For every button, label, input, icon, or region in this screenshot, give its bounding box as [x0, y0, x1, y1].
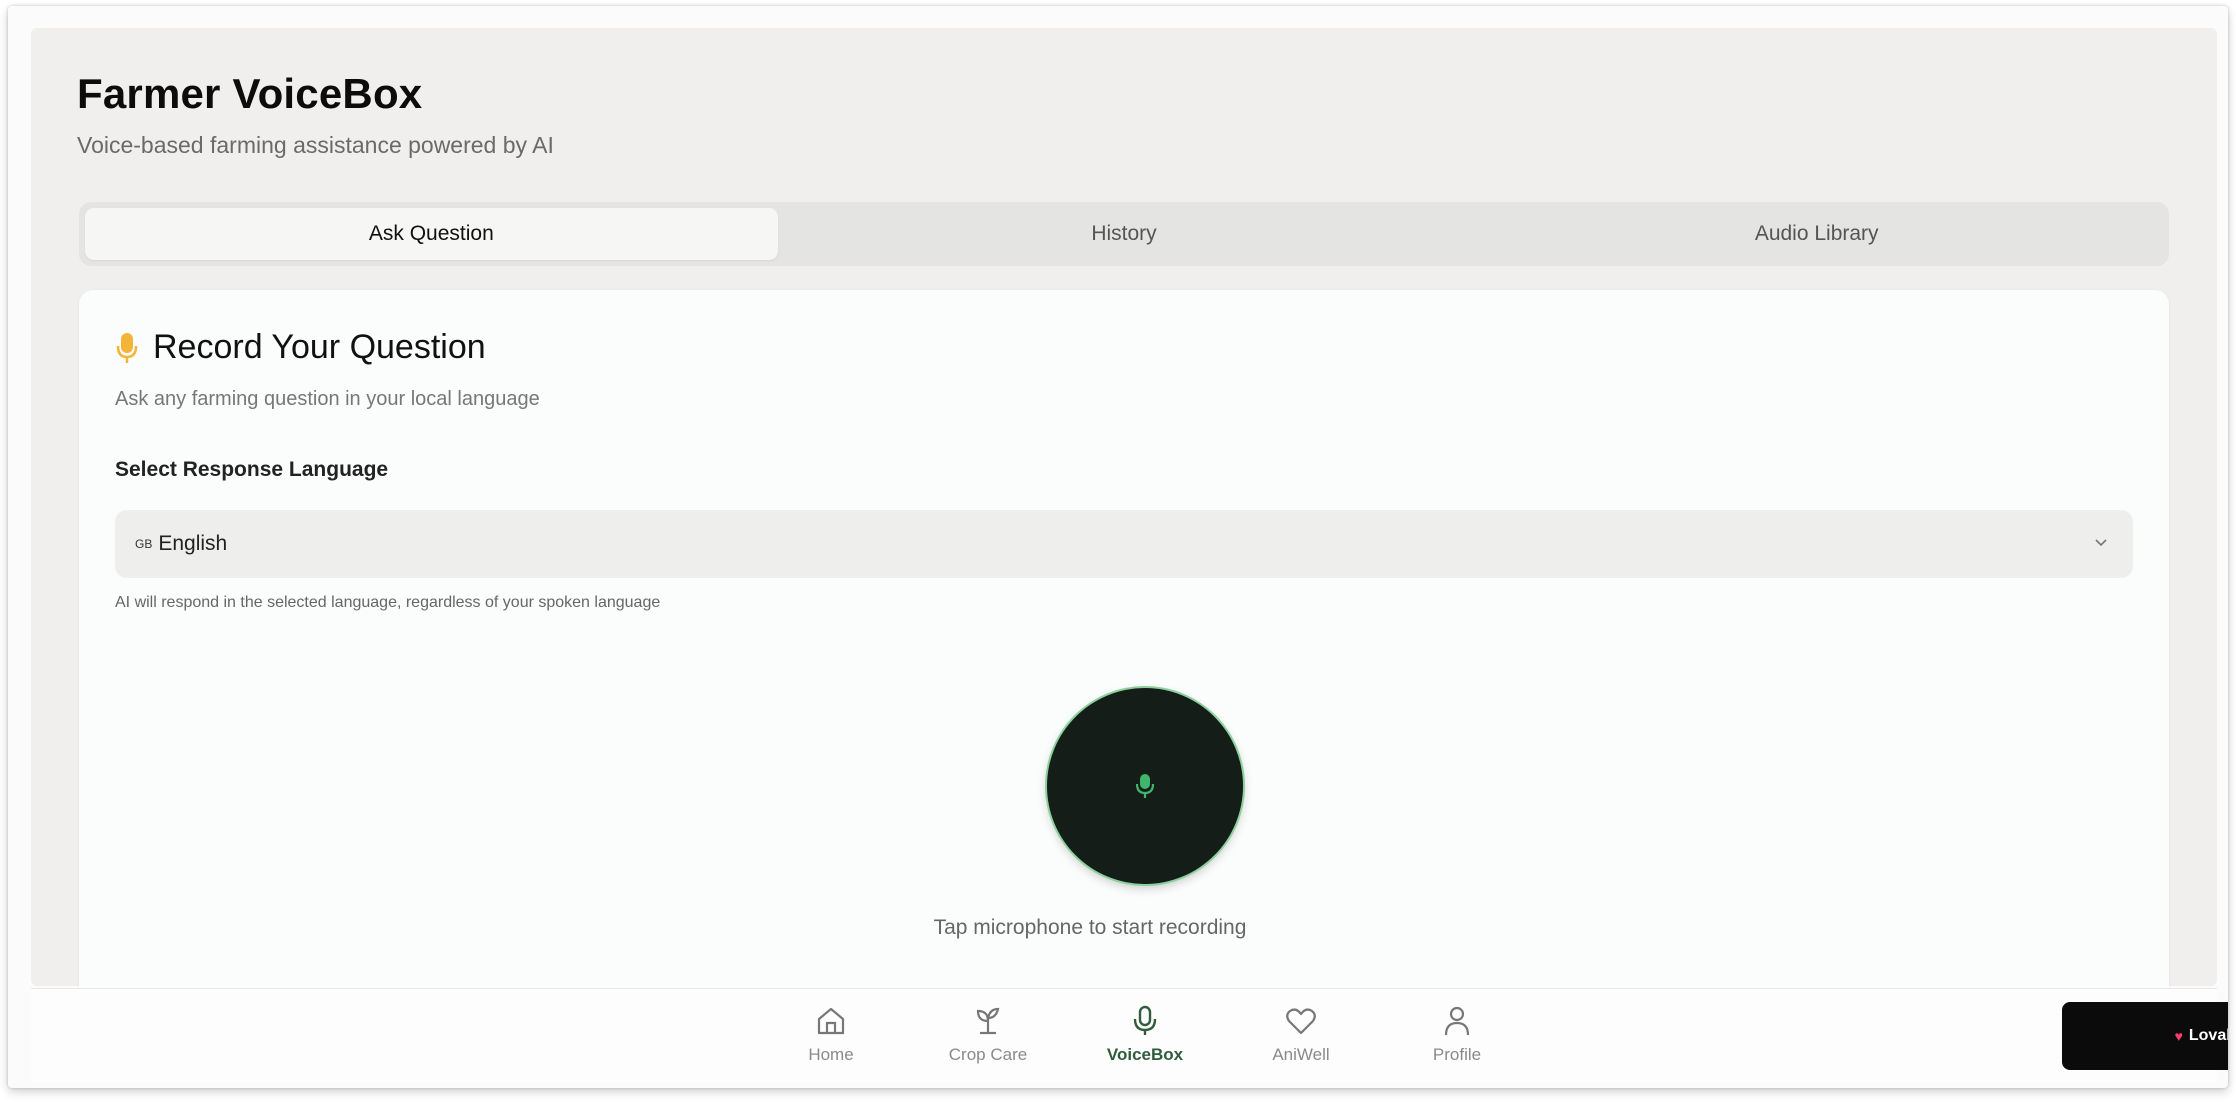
sprout-icon	[976, 1007, 1000, 1035]
microphone-icon	[116, 332, 138, 363]
browser-frame: Farmer VoiceBox Voice-based farming assi…	[8, 6, 2228, 1088]
chevron-down-icon	[2095, 539, 2107, 547]
nav-label-home: Home	[808, 1045, 854, 1064]
bottom-navigation: Home Crop Care VoiceBox AniWell Profile	[31, 988, 2217, 1082]
lovable-badge-label: Lovab	[2188, 1027, 2228, 1044]
record-button[interactable]	[1047, 688, 1243, 884]
heart-icon: ♥	[2174, 1028, 2183, 1044]
tab-audio-library[interactable]: Audio Library	[1470, 208, 2163, 260]
user-icon	[1444, 1006, 1470, 1036]
nav-label-voicebox: VoiceBox	[1106, 1045, 1184, 1064]
card-title: Record Your Question	[153, 328, 486, 366]
nav-label-profile: Profile	[1432, 1045, 1482, 1064]
page-subtitle: Voice-based farming assistance powered b…	[77, 132, 554, 158]
nav-item-home[interactable]: Home	[771, 1003, 891, 1065]
language-select-hint: AI will respond in the selected language…	[115, 594, 661, 611]
microphone-icon	[1133, 1005, 1157, 1035]
nav-label-crop-care: Crop Care	[948, 1045, 1028, 1064]
card-description: Ask any farming question in your local l…	[115, 388, 540, 410]
microphone-icon	[1135, 774, 1155, 798]
home-icon	[817, 1007, 845, 1035]
nav-item-profile[interactable]: Profile	[1397, 1003, 1517, 1065]
language-select[interactable]: GB English	[115, 510, 2133, 578]
flag-gb-icon: GB	[135, 537, 153, 551]
record-question-card: Record Your Question Ask any farming que…	[79, 290, 2169, 1010]
nav-item-aniwell[interactable]: AniWell	[1241, 1003, 1361, 1065]
tab-ask-question[interactable]: Ask Question	[85, 208, 778, 260]
app-container: Farmer VoiceBox Voice-based farming assi…	[31, 28, 2217, 1010]
heart-icon	[1286, 1008, 1316, 1035]
nav-item-voicebox[interactable]: VoiceBox	[1085, 1003, 1205, 1065]
language-select-label: Select Response Language	[115, 458, 389, 481]
language-select-value: English	[158, 532, 228, 555]
record-hint: Tap microphone to start recording	[933, 916, 1247, 939]
tab-bar: Ask Question History Audio Library	[79, 202, 2169, 266]
lovable-badge[interactable]: ♥ Lovab	[2062, 1002, 2228, 1070]
card-header: Record Your Question	[115, 328, 486, 367]
nav-label-aniwell: AniWell	[1272, 1045, 1330, 1064]
page-title: Farmer VoiceBox	[77, 70, 423, 117]
tab-history[interactable]: History	[778, 208, 1471, 260]
nav-item-crop-care[interactable]: Crop Care	[928, 1003, 1048, 1065]
